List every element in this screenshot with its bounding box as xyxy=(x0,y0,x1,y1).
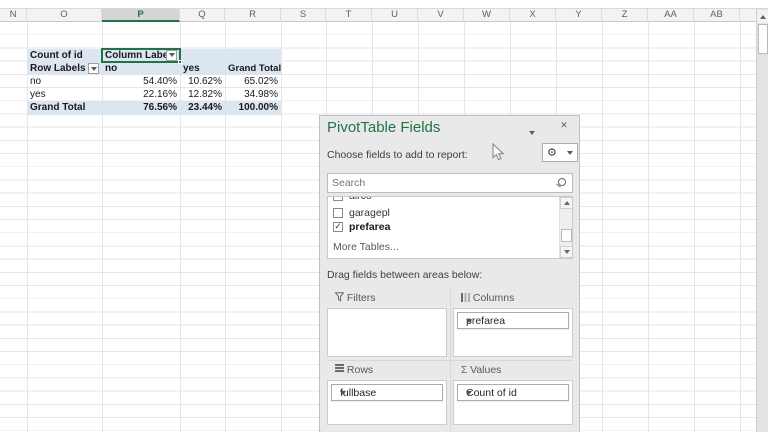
columns-icon xyxy=(461,293,470,302)
sigma-icon: Σ xyxy=(461,365,467,376)
rows-field-chip-fullbase[interactable]: fullbase xyxy=(331,384,443,401)
pane-options-chevron-icon[interactable] xyxy=(524,122,540,138)
field-list[interactable]: airco garagepl ✓ prefarea More Tables... xyxy=(327,196,573,259)
chevron-down-icon xyxy=(340,391,346,395)
field-label: garagepl xyxy=(349,207,390,220)
pivot-rowlabel-no[interactable]: no xyxy=(27,75,102,88)
column-header-t[interactable]: T xyxy=(326,9,372,22)
row-labels-dropdown-button[interactable] xyxy=(88,63,99,74)
column-header-o[interactable]: O xyxy=(27,9,102,22)
column-header-y[interactable]: Y xyxy=(556,9,602,22)
checkbox-garagepl[interactable] xyxy=(333,208,343,218)
checkbox-airco[interactable] xyxy=(333,196,343,201)
rows-area-header: Rows xyxy=(335,364,373,376)
pivottable-fields-pane: PivotTable Fields ✕ Choose fields to add… xyxy=(319,115,580,432)
column-header-z[interactable]: Z xyxy=(602,9,648,22)
values-area-header: Σ Values xyxy=(461,364,501,376)
search-icon xyxy=(558,178,566,186)
search-box[interactable] xyxy=(327,173,573,193)
filters-drop-area[interactable] xyxy=(327,308,447,357)
checkbox-prefarea-checked[interactable]: ✓ xyxy=(333,222,343,232)
pivot-colheader-yes[interactable]: yes xyxy=(180,62,225,75)
column-header-row: N O P Q R S T U V W X Y Z AA AB AC xyxy=(0,9,768,22)
pane-title: PivotTable Fields xyxy=(327,119,440,136)
pivot-value[interactable]: 54.40% xyxy=(102,75,180,88)
field-row-airco[interactable]: airco xyxy=(328,196,553,204)
columns-area-header: Columns xyxy=(461,292,514,304)
rows-icon xyxy=(335,364,344,373)
gridline xyxy=(740,22,741,432)
pivot-rowlabel-yes[interactable]: yes xyxy=(27,88,102,101)
areas-horizontal-divider xyxy=(327,360,573,361)
column-header-r[interactable]: R xyxy=(225,9,281,22)
column-header-w[interactable]: W xyxy=(464,9,510,22)
scroll-up-icon[interactable] xyxy=(757,10,768,23)
pivot-colheader-no[interactable]: no xyxy=(102,62,180,75)
column-header-n[interactable]: N xyxy=(0,9,27,22)
formula-bar-edge xyxy=(0,0,768,9)
column-labels-dropdown-button[interactable] xyxy=(166,50,177,61)
gridline xyxy=(281,22,282,432)
column-header-x[interactable]: X xyxy=(510,9,556,22)
scroll-down-icon[interactable] xyxy=(560,246,573,258)
column-header-s[interactable]: S xyxy=(281,9,326,22)
pivot-value[interactable]: 65.02% xyxy=(225,75,281,88)
field-label: airco xyxy=(349,196,372,203)
search-input[interactable] xyxy=(332,175,547,191)
column-header-v[interactable]: V xyxy=(418,9,464,22)
scroll-thumb[interactable] xyxy=(758,24,768,54)
chevron-down-icon xyxy=(466,391,472,395)
pivot-value[interactable]: 34.98% xyxy=(225,88,281,101)
field-row-prefarea[interactable]: ✓ prefarea xyxy=(328,221,553,235)
pivot-value[interactable]: 22.16% xyxy=(102,88,180,101)
field-label: prefarea xyxy=(349,221,390,234)
scroll-up-icon[interactable] xyxy=(560,197,573,209)
gridline xyxy=(694,22,695,432)
chevron-down-icon xyxy=(567,151,573,155)
column-header-aa[interactable]: AA xyxy=(648,9,694,22)
pivot-value[interactable]: 76.56% xyxy=(102,101,180,114)
choose-fields-label: Choose fields to add to report: xyxy=(327,149,468,161)
column-header-ab[interactable]: AB xyxy=(694,9,740,22)
pivot-rowlabel-grand-total[interactable]: Grand Total xyxy=(27,101,102,114)
worksheet-vertical-scrollbar[interactable] xyxy=(756,9,768,432)
tools-gear-button[interactable]: ⚙ xyxy=(542,143,578,162)
more-tables-link[interactable]: More Tables... xyxy=(333,241,399,253)
drag-fields-label: Drag fields between areas below: xyxy=(327,269,482,281)
filters-area-header: Filters xyxy=(335,292,376,304)
field-row-garagepl[interactable]: garagepl xyxy=(328,207,553,221)
pivot-colheader-grand-total[interactable]: Grand Total xyxy=(225,62,281,75)
pane-close-icon[interactable]: ✕ xyxy=(556,121,572,137)
values-field-chip-count-of-id[interactable]: Count of id xyxy=(457,384,569,401)
gear-icon: ⚙ xyxy=(547,147,557,158)
pivot-value[interactable]: 12.82% xyxy=(180,88,225,101)
pivot-value[interactable]: 100.00% xyxy=(225,101,281,114)
pivot-cell-count-of-id[interactable]: Count of id xyxy=(27,49,102,62)
pivot-value[interactable]: 23.44% xyxy=(180,101,225,114)
scroll-thumb[interactable] xyxy=(561,229,572,242)
pivot-value[interactable]: 10.62% xyxy=(180,75,225,88)
excel-window: N O P Q R S T U V W X Y Z AA AB AC Count… xyxy=(0,0,768,432)
column-header-p-selected[interactable]: P xyxy=(102,9,180,22)
chevron-down-icon xyxy=(466,319,472,323)
filter-funnel-icon xyxy=(335,292,344,302)
column-header-u[interactable]: U xyxy=(372,9,418,22)
column-header-q[interactable]: Q xyxy=(180,9,225,22)
field-list-scrollbar[interactable] xyxy=(559,197,572,258)
gridline xyxy=(602,22,603,432)
gridline xyxy=(648,22,649,432)
columns-field-chip-prefarea[interactable]: prefarea xyxy=(457,312,569,329)
